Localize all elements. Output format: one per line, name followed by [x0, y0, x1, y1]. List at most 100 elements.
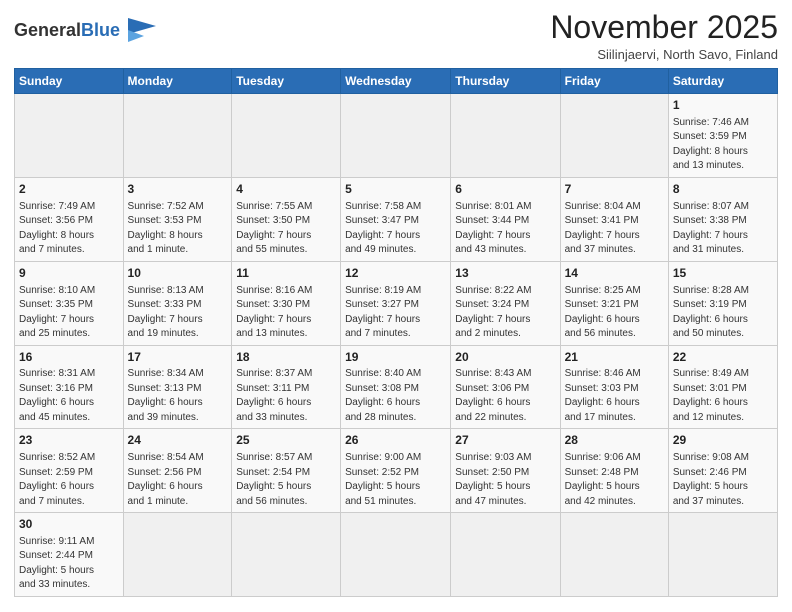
sun-info: Sunrise: 7:49 AM Sunset: 3:56 PM Dayligh…	[19, 200, 119, 258]
day-number: 11	[236, 265, 336, 282]
col-header-sunday: Sunday	[15, 69, 124, 94]
day-number: 1	[673, 97, 773, 114]
sun-info: Sunrise: 8:46 AM Sunset: 3:03 PM Dayligh…	[565, 367, 664, 425]
calendar-cell: 10 Sunrise: 8:13 AM Sunset: 3:33 PM Dayli…	[123, 261, 232, 345]
day-number: 27	[455, 432, 555, 449]
sun-info: Sunrise: 8:43 AM Sunset: 3:06 PM Dayligh…	[455, 367, 555, 425]
sun-info: Sunrise: 8:57 AM Sunset: 2:54 PM Dayligh…	[236, 451, 336, 509]
sun-info: Sunrise: 9:06 AM Sunset: 2:48 PM Dayligh…	[565, 451, 664, 509]
calendar-cell: 18Sunrise: 8:37 AM Sunset: 3:11 PM Dayli…	[232, 345, 341, 429]
day-number: 22	[673, 349, 773, 366]
calendar-cell: 25Sunrise: 8:57 AM Sunset: 2:54 PM Dayli…	[232, 429, 341, 513]
logo-icon	[124, 16, 160, 46]
sun-info: Sunrise: 9:03 AM Sunset: 2:50 PM Dayligh…	[455, 451, 555, 509]
sun-info: Sunrise: 7:55 AM Sunset: 3:50 PM Dayligh…	[236, 200, 336, 258]
sun-info: Sunrise: 8:01 AM Sunset: 3:44 PM Dayligh…	[455, 200, 555, 258]
day-number: 10	[128, 265, 228, 282]
location: Siilinjaervi, North Savo, Finland	[550, 47, 778, 62]
calendar-cell: 2Sunrise: 7:49 AM Sunset: 3:56 PM Daylig…	[15, 177, 124, 261]
calendar-cell: 22Sunrise: 8:49 AM Sunset: 3:01 PM Dayli…	[668, 345, 777, 429]
day-number: 4	[236, 181, 336, 198]
calendar-cell	[15, 94, 124, 178]
sun-info: Sunrise: 8:31 AM Sunset: 3:16 PM Dayligh…	[19, 367, 119, 425]
sun-info: Sunrise: 8:52 AM Sunset: 2:59 PM Dayligh…	[19, 451, 119, 509]
sun-info: Sunrise: 8:10 AM Sunset: 3:35 PM Dayligh…	[19, 284, 119, 342]
calendar-cell: 13Sunrise: 8:22 AM Sunset: 3:24 PM Dayli…	[451, 261, 560, 345]
sun-info: Sunrise: 7:52 AM Sunset: 3:53 PM Dayligh…	[128, 200, 228, 258]
calendar-cell	[232, 513, 341, 597]
month-title: November 2025	[550, 10, 778, 45]
calendar-cell: 1 Sunrise: 7:46 AM Sunset: 3:59 PM Daylig…	[668, 94, 777, 178]
day-number: 5	[345, 181, 446, 198]
calendar-week-row: 30 Sunrise: 9:11 AM Sunset: 2:44 PM Dayli…	[15, 513, 778, 597]
col-header-thursday: Thursday	[451, 69, 560, 94]
day-number: 19	[345, 349, 446, 366]
calendar-cell	[668, 513, 777, 597]
calendar-cell	[451, 513, 560, 597]
day-number: 15	[673, 265, 773, 282]
sun-info: Sunrise: 8:34 AM Sunset: 3:13 PM Dayligh…	[128, 367, 228, 425]
day-number: 8	[673, 181, 773, 198]
calendar-cell	[123, 94, 232, 178]
day-number: 30	[19, 516, 119, 533]
day-number: 23	[19, 432, 119, 449]
sun-info: Sunrise: 8:04 AM Sunset: 3:41 PM Dayligh…	[565, 200, 664, 258]
logo-text: GeneralBlue	[14, 20, 120, 40]
calendar-cell: 27 Sunrise: 9:03 AM Sunset: 2:50 PM Dayli…	[451, 429, 560, 513]
calendar-cell: 5 Sunrise: 7:58 AM Sunset: 3:47 PM Daylig…	[341, 177, 451, 261]
sun-info: Sunrise: 9:00 AM Sunset: 2:52 PM Dayligh…	[345, 451, 446, 509]
day-number: 12	[345, 265, 446, 282]
day-number: 16	[19, 349, 119, 366]
calendar-cell: 11 Sunrise: 8:16 AM Sunset: 3:30 PM Dayli…	[232, 261, 341, 345]
col-header-tuesday: Tuesday	[232, 69, 341, 94]
sun-info: Sunrise: 8:54 AM Sunset: 2:56 PM Dayligh…	[128, 451, 228, 509]
col-header-friday: Friday	[560, 69, 668, 94]
sun-info: Sunrise: 8:19 AM Sunset: 3:27 PM Dayligh…	[345, 284, 446, 342]
calendar: Sunday Monday Tuesday Wednesday Thursday…	[14, 68, 778, 597]
day-number: 21	[565, 349, 664, 366]
calendar-cell: 20Sunrise: 8:43 AM Sunset: 3:06 PM Dayli…	[451, 345, 560, 429]
calendar-cell: 16Sunrise: 8:31 AM Sunset: 3:16 PM Dayli…	[15, 345, 124, 429]
calendar-header-row: Sunday Monday Tuesday Wednesday Thursday…	[15, 69, 778, 94]
sun-info: Sunrise: 7:46 AM Sunset: 3:59 PM Dayligh…	[673, 116, 773, 174]
calendar-cell: 24Sunrise: 8:54 AM Sunset: 2:56 PM Dayli…	[123, 429, 232, 513]
sun-info: Sunrise: 8:28 AM Sunset: 3:19 PM Dayligh…	[673, 284, 773, 342]
sun-info: Sunrise: 9:11 AM Sunset: 2:44 PM Dayligh…	[19, 535, 119, 593]
calendar-cell: 12 Sunrise: 8:19 AM Sunset: 3:27 PM Dayli…	[341, 261, 451, 345]
sun-info: Sunrise: 9:08 AM Sunset: 2:46 PM Dayligh…	[673, 451, 773, 509]
sun-info: Sunrise: 8:13 AM Sunset: 3:33 PM Dayligh…	[128, 284, 228, 342]
day-number: 29	[673, 432, 773, 449]
calendar-cell	[560, 513, 668, 597]
calendar-cell: 19Sunrise: 8:40 AM Sunset: 3:08 PM Dayli…	[341, 345, 451, 429]
sun-info: Sunrise: 7:58 AM Sunset: 3:47 PM Dayligh…	[345, 200, 446, 258]
sun-info: Sunrise: 8:07 AM Sunset: 3:38 PM Dayligh…	[673, 200, 773, 258]
sun-info: Sunrise: 8:49 AM Sunset: 3:01 PM Dayligh…	[673, 367, 773, 425]
calendar-cell: 28Sunrise: 9:06 AM Sunset: 2:48 PM Dayli…	[560, 429, 668, 513]
day-number: 9	[19, 265, 119, 282]
calendar-cell: 3 Sunrise: 7:52 AM Sunset: 3:53 PM Daylig…	[123, 177, 232, 261]
day-number: 13	[455, 265, 555, 282]
day-number: 20	[455, 349, 555, 366]
day-number: 3	[128, 181, 228, 198]
sun-info: Sunrise: 8:37 AM Sunset: 3:11 PM Dayligh…	[236, 367, 336, 425]
day-number: 6	[455, 181, 555, 198]
calendar-cell	[232, 94, 341, 178]
sun-info: Sunrise: 8:40 AM Sunset: 3:08 PM Dayligh…	[345, 367, 446, 425]
col-header-saturday: Saturday	[668, 69, 777, 94]
calendar-cell: 7 Sunrise: 8:04 AM Sunset: 3:41 PM Daylig…	[560, 177, 668, 261]
sun-info: Sunrise: 8:16 AM Sunset: 3:30 PM Dayligh…	[236, 284, 336, 342]
calendar-cell: 23 Sunrise: 8:52 AM Sunset: 2:59 PM Dayli…	[15, 429, 124, 513]
day-number: 17	[128, 349, 228, 366]
calendar-cell: 9 Sunrise: 8:10 AM Sunset: 3:35 PM Daylig…	[15, 261, 124, 345]
calendar-cell	[451, 94, 560, 178]
calendar-week-row: 1 Sunrise: 7:46 AM Sunset: 3:59 PM Daylig…	[15, 94, 778, 178]
calendar-cell: 21Sunrise: 8:46 AM Sunset: 3:03 PM Dayli…	[560, 345, 668, 429]
page-header: GeneralBlue November 2025 Siilinjaervi, …	[14, 10, 778, 62]
calendar-week-row: 9 Sunrise: 8:10 AM Sunset: 3:35 PM Daylig…	[15, 261, 778, 345]
calendar-cell: 8 Sunrise: 8:07 AM Sunset: 3:38 PM Daylig…	[668, 177, 777, 261]
day-number: 26	[345, 432, 446, 449]
day-number: 7	[565, 181, 664, 198]
calendar-cell: 30 Sunrise: 9:11 AM Sunset: 2:44 PM Dayli…	[15, 513, 124, 597]
calendar-cell: 14Sunrise: 8:25 AM Sunset: 3:21 PM Dayli…	[560, 261, 668, 345]
day-number: 14	[565, 265, 664, 282]
